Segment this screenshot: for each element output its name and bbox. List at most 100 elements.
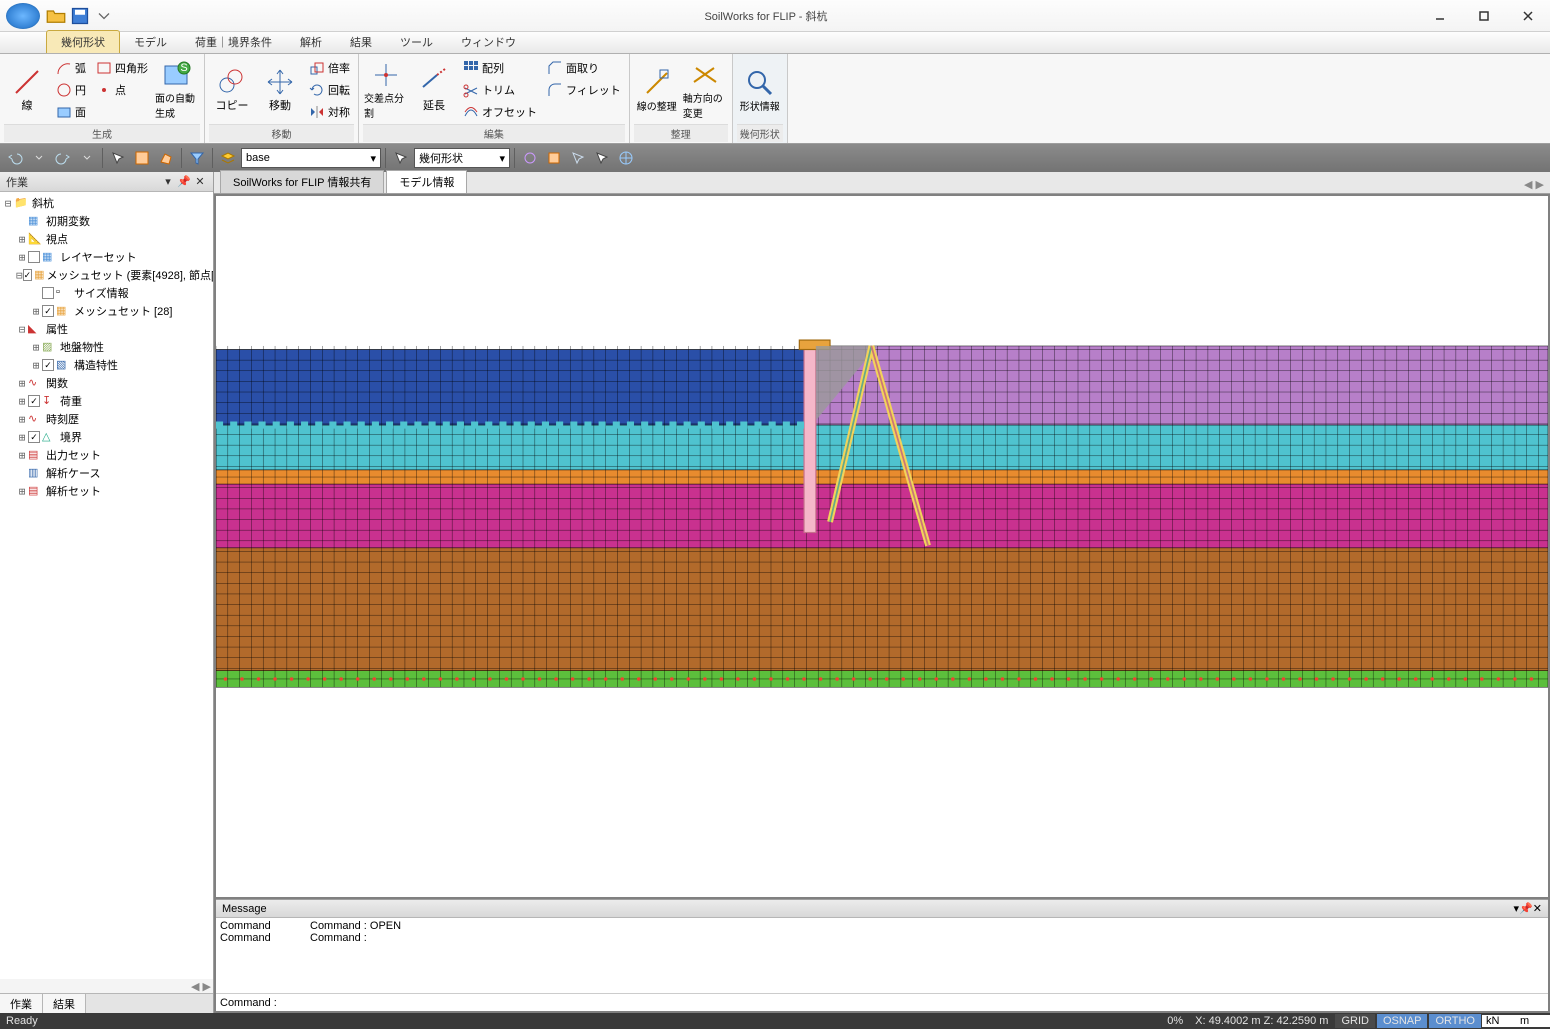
tree-item[interactable]: ⊟✓▦メッシュセット (要素[4928], 節点[6 — [0, 266, 213, 284]
view-btn-3[interactable] — [567, 147, 589, 169]
qat-save-button[interactable] — [70, 6, 90, 26]
panel-pin-icon[interactable]: 📌 — [177, 175, 191, 189]
mesh-render — [216, 196, 1548, 841]
checkbox[interactable]: ✓ — [23, 269, 33, 281]
offset-button[interactable]: オフセット — [459, 101, 541, 123]
tree-view[interactable]: ⊟📁斜杭 ▦初期変数 ⊞📐視点 ⊞▦レイヤーセット ⊟✓▦メッシュセット (要素… — [0, 192, 213, 979]
checkbox[interactable]: ✓ — [42, 305, 54, 317]
trim-button[interactable]: トリム — [459, 79, 541, 101]
panel-menu-icon[interactable]: ▾ — [161, 175, 175, 189]
tree-item[interactable]: ⊞▦レイヤーセット — [0, 248, 213, 266]
command-input[interactable]: Command : — [216, 993, 1548, 1011]
checkbox[interactable]: ✓ — [42, 359, 54, 371]
point-button[interactable]: 点 — [92, 79, 152, 101]
tree-item[interactable]: ⊞✓▧構造特性 — [0, 356, 213, 374]
panel-close-icon[interactable]: ✕ — [1533, 902, 1542, 915]
undo-dropdown-icon[interactable] — [28, 147, 50, 169]
select-poly-button[interactable] — [155, 147, 177, 169]
circle-button[interactable]: 円 — [52, 79, 90, 101]
arc-button[interactable]: 弧 — [52, 57, 90, 79]
filter-button[interactable] — [186, 147, 208, 169]
array-button[interactable]: 配列 — [459, 57, 541, 79]
rect-button[interactable]: 四角形 — [92, 57, 152, 79]
layer-select[interactable]: base▾ — [241, 148, 381, 168]
panel-pin-icon[interactable]: 📌 — [1519, 902, 1533, 915]
tree-item[interactable]: ▦初期変数 — [0, 212, 213, 230]
qat-open-button[interactable] — [46, 6, 66, 26]
intersect-button[interactable]: 交差点分割 — [363, 56, 409, 124]
tree-root[interactable]: ⊟📁斜杭 — [0, 194, 213, 212]
chamfer-button[interactable]: 面取り — [543, 57, 625, 79]
view-btn-4[interactable] — [591, 147, 613, 169]
status-grid-toggle[interactable]: GRID — [1335, 1014, 1375, 1028]
tree-item[interactable]: ⊞∿時刻歴 — [0, 410, 213, 428]
ribbon-tab-result[interactable]: 結果 — [336, 31, 386, 53]
minimize-button[interactable] — [1418, 2, 1462, 30]
redo-button[interactable] — [52, 147, 74, 169]
view-tab-model[interactable]: モデル情報 — [386, 170, 467, 193]
panel-close-icon[interactable]: ✕ — [193, 175, 207, 189]
mirror-button[interactable]: 対称 — [305, 101, 354, 123]
copy-button[interactable]: コピー — [209, 56, 255, 124]
tree-item[interactable]: ⊞▤出力セット — [0, 446, 213, 464]
ribbon-tab-analysis[interactable]: 解析 — [286, 31, 336, 53]
mode-select[interactable]: 幾何形状▾ — [414, 148, 510, 168]
view-tab-info[interactable]: SoilWorks for FLIP 情報共有 — [220, 170, 384, 193]
tree-item[interactable]: ⊞📐視点 — [0, 230, 213, 248]
select-box-button[interactable] — [131, 147, 153, 169]
checkbox[interactable] — [42, 287, 54, 299]
tree-item[interactable]: ⊞▤解析セット — [0, 482, 213, 500]
checkbox[interactable]: ✓ — [28, 395, 40, 407]
status-unit-force[interactable]: kN — [1482, 1015, 1516, 1027]
extend-button[interactable]: 延長 — [411, 56, 457, 124]
tree-item[interactable]: ⊞▨地盤物性 — [0, 338, 213, 356]
app-orb-button[interactable] — [6, 3, 40, 29]
message-body[interactable]: CommandCommand : OPEN CommandCommand : — [216, 918, 1548, 993]
status-unit-length[interactable]: m — [1516, 1015, 1550, 1027]
window-title: SoilWorks for FLIP - 斜杭 — [114, 8, 1418, 24]
info-button[interactable]: 形状情報 — [737, 56, 783, 124]
tree-item[interactable]: ⊞✓↧荷重 — [0, 392, 213, 410]
tree-item[interactable]: ⊟◣属性 — [0, 320, 213, 338]
status-ortho-toggle[interactable]: ORTHO — [1429, 1014, 1481, 1028]
ribbon-group-create-label: 生成 — [4, 124, 200, 142]
axis-change-button[interactable]: 軸方向の変更 — [682, 56, 728, 124]
tree-item[interactable]: ▫サイズ情報 — [0, 284, 213, 302]
sidebar-tab-work[interactable]: 作業 — [0, 994, 43, 1013]
quick-access-toolbar — [46, 6, 114, 26]
ribbon-tab-tool[interactable]: ツール — [386, 31, 447, 53]
cleanup-button[interactable]: 線の整理 — [634, 56, 680, 124]
ribbon-tab-window[interactable]: ウィンドウ — [447, 31, 530, 53]
autoface-icon: S — [162, 60, 192, 90]
close-button[interactable] — [1506, 2, 1550, 30]
checkbox[interactable]: ✓ — [28, 431, 40, 443]
qat-dropdown-icon[interactable] — [94, 6, 114, 26]
view-nav-icon[interactable]: ◀ ▶ — [1518, 176, 1550, 193]
model-canvas[interactable] — [216, 196, 1548, 897]
line-button[interactable]: 線 — [4, 56, 50, 124]
tree-item[interactable]: ⊞∿関数 — [0, 374, 213, 392]
checkbox[interactable] — [28, 251, 40, 263]
sidebar-tab-result[interactable]: 結果 — [43, 994, 86, 1013]
undo-button[interactable] — [4, 147, 26, 169]
ribbon-tab-geometry[interactable]: 幾何形状 — [46, 30, 120, 53]
move-button[interactable]: 移動 — [257, 56, 303, 124]
redo-dropdown-icon[interactable] — [76, 147, 98, 169]
maximize-button[interactable] — [1462, 2, 1506, 30]
face-button[interactable]: 面 — [52, 101, 90, 123]
view-btn-1[interactable] — [519, 147, 541, 169]
rotate-button[interactable]: 回転 — [305, 79, 354, 101]
scale-button[interactable]: 倍率 — [305, 57, 354, 79]
autoface-button[interactable]: S 面の自動生成 — [154, 56, 200, 124]
main-area: SoilWorks for FLIP 情報共有 モデル情報 ◀ ▶ — [214, 172, 1550, 1013]
status-osnap-toggle[interactable]: OSNAP — [1377, 1014, 1428, 1028]
view-btn-2[interactable] — [543, 147, 565, 169]
tree-item[interactable]: ▥解析ケース — [0, 464, 213, 482]
ribbon-tab-model[interactable]: モデル — [120, 31, 181, 53]
select-button[interactable] — [107, 147, 129, 169]
fillet-button[interactable]: フィレット — [543, 79, 625, 101]
tree-item[interactable]: ⊞✓▦メッシュセット [28] — [0, 302, 213, 320]
tree-item[interactable]: ⊞✓△境界 — [0, 428, 213, 446]
view-btn-5[interactable] — [615, 147, 637, 169]
ribbon-tab-load-bc[interactable]: 荷重｜境界条件 — [181, 31, 286, 53]
